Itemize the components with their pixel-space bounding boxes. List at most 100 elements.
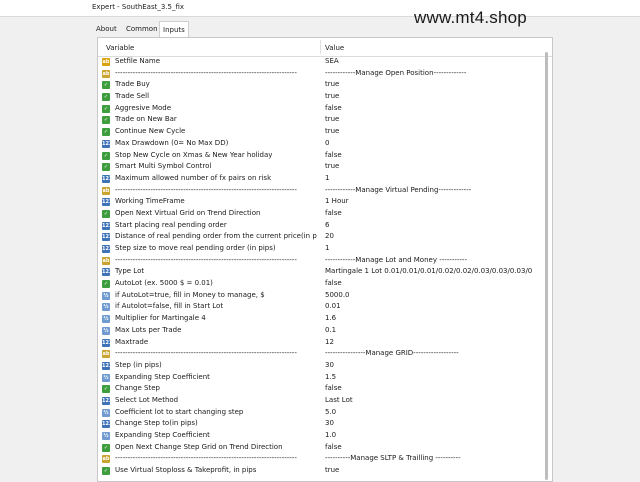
dbl-type-icon: ½ xyxy=(102,373,110,382)
parameter-row[interactable]: 123 Maxtrade 12 xyxy=(98,337,542,349)
parameter-row[interactable]: ✓ Trade Buy true xyxy=(98,79,542,91)
str-type-icon: ab xyxy=(102,455,110,464)
parameter-row[interactable]: ✓ Use Virtual Stoploss & Takeprofit, in p… xyxy=(98,465,542,477)
parameter-value[interactable]: 30 xyxy=(325,360,542,372)
parameter-row[interactable]: ✓ Stop New Cycle on Xmas & New Year holid… xyxy=(98,150,542,162)
parameter-row[interactable]: 123 Working TimeFrame 1 Hour xyxy=(98,196,542,208)
parameter-value[interactable]: false xyxy=(325,278,542,290)
parameter-value[interactable]: 20 xyxy=(325,231,542,243)
parameter-row[interactable]: ✓ Open Next Change Step Grid on Trend Dir… xyxy=(98,442,542,454)
parameter-value[interactable]: 0.01 xyxy=(325,301,542,313)
parameter-value[interactable]: 1.6 xyxy=(325,313,542,325)
dbl-type-icon: ½ xyxy=(102,315,110,324)
parameter-row[interactable]: ½ Coefficient lot to start changing step 5… xyxy=(98,407,542,419)
parameter-value[interactable]: 1.5 xyxy=(325,372,542,384)
parameter-row[interactable]: 123 Max Drawdown (0= No Max DD) 0 xyxy=(98,138,542,150)
parameter-name: AutoLot (ex. 5000 $ = 0.01) xyxy=(115,279,213,288)
parameter-value[interactable]: 30 xyxy=(325,418,542,430)
parameter-row[interactable]: ✓ Open Next Virtual Grid on Trend Directi… xyxy=(98,208,542,220)
parameter-value[interactable]: false xyxy=(325,383,542,395)
parameter-name: Max Drawdown (0= No Max DD) xyxy=(115,138,229,147)
parameter-row[interactable]: 123 Step size to move real pending order … xyxy=(98,243,542,255)
parameter-value[interactable]: 0 xyxy=(325,138,542,150)
parameter-value[interactable]: true xyxy=(325,91,542,103)
parameter-value[interactable]: ------------Manage Open Position--------… xyxy=(325,68,542,80)
parameter-row[interactable]: ½ Expanding Step Coefficient 1.0 xyxy=(98,430,542,442)
parameter-row[interactable]: 123 Maximum allowed number of fx pairs on… xyxy=(98,173,542,185)
parameter-value[interactable]: SEA xyxy=(325,56,542,68)
tab-inputs[interactable]: Inputs xyxy=(159,21,189,38)
parameter-value[interactable]: 1 xyxy=(325,173,542,185)
parameter-value[interactable]: 1 Hour xyxy=(325,196,542,208)
parameter-value[interactable]: ----------Manage SLTP & Trailling ------… xyxy=(325,453,542,465)
parameter-value[interactable]: false xyxy=(325,208,542,220)
parameter-value[interactable]: 1.0 xyxy=(325,430,542,442)
parameter-value[interactable]: false xyxy=(325,150,542,162)
parameter-row[interactable]: 123 Select Lot Method Last Lot xyxy=(98,395,542,407)
vertical-scrollbar[interactable] xyxy=(544,52,550,480)
bool-type-icon: ✓ xyxy=(102,128,110,137)
parameter-row[interactable]: ab --------------------------------------… xyxy=(98,185,542,197)
scrollbar-thumb[interactable] xyxy=(545,52,548,480)
parameter-row[interactable]: 123 Distance of real pending order from t… xyxy=(98,231,542,243)
parameter-row[interactable]: 123 Start placing real pending order 6 xyxy=(98,220,542,232)
dbl-type-icon: ½ xyxy=(102,303,110,312)
tab-common[interactable]: Common xyxy=(123,22,161,36)
bool-type-icon: ✓ xyxy=(102,81,110,90)
parameter-row[interactable]: ✓ Trade Sell true xyxy=(98,91,542,103)
int-type-icon: 123 xyxy=(102,221,113,230)
set-type-icon: ab xyxy=(102,58,110,66)
parameter-row[interactable]: ab --------------------------------------… xyxy=(98,348,542,360)
parameter-value[interactable]: Last Lot xyxy=(325,395,542,407)
tab-about[interactable]: About xyxy=(93,22,120,36)
parameter-value[interactable]: Martingale 1 Lot 0.01/0.01/0.01/0.02/0.0… xyxy=(325,266,542,278)
parameter-value[interactable]: true xyxy=(325,465,542,477)
parameter-row[interactable]: ✓ Continue New Cycle true xyxy=(98,126,542,138)
parameter-value[interactable]: true xyxy=(325,161,542,173)
parameter-row[interactable]: ½ Multiplier for Martingale 4 1.6 xyxy=(98,313,542,325)
column-header-variable[interactable]: Variable xyxy=(106,44,134,52)
parameter-value[interactable]: 6 xyxy=(325,220,542,232)
parameter-row[interactable]: ab --------------------------------------… xyxy=(98,453,542,465)
parameter-row[interactable]: 123 Change Step to(in pips) 30 xyxy=(98,418,542,430)
parameter-value[interactable]: true xyxy=(325,114,542,126)
parameter-value[interactable]: false xyxy=(325,442,542,454)
parameter-row[interactable]: ab Setfile Name SEA xyxy=(98,56,542,68)
column-header-value[interactable]: Value xyxy=(325,44,344,52)
parameter-row[interactable]: ✓ Smart Multi Symbol Control true xyxy=(98,161,542,173)
parameter-value[interactable]: 0.1 xyxy=(325,325,542,337)
parameter-value[interactable]: 12 xyxy=(325,337,542,349)
parameter-value[interactable]: false xyxy=(325,103,542,115)
parameter-value[interactable]: true xyxy=(325,79,542,91)
parameter-row[interactable]: ab --------------------------------------… xyxy=(98,68,542,80)
parameter-value[interactable]: true xyxy=(325,126,542,138)
parameter-value[interactable]: ------------Manage Virtual Pending------… xyxy=(325,185,542,197)
parameter-row[interactable]: ✓ Change Step false xyxy=(98,383,542,395)
int-type-icon: 123 xyxy=(102,268,113,277)
parameter-row[interactable]: ½ if Autolot=false, fill in Start Lot 0.01 xyxy=(98,301,542,313)
parameter-name: Trade on New Bar xyxy=(115,115,177,124)
parameter-value[interactable]: ------------Manage Lot and Money -------… xyxy=(325,255,542,267)
parameter-value[interactable]: ----------------Manage GRID-------------… xyxy=(325,348,542,360)
parameter-row[interactable]: 123 Step (in pips) 30 xyxy=(98,360,542,372)
bool-type-icon: ✓ xyxy=(102,280,110,289)
parameter-name: Multiplier for Martingale 4 xyxy=(115,314,206,323)
parameter-row[interactable]: 123 Type Lot Martingale 1 Lot 0.01/0.01/0.… xyxy=(98,266,542,278)
int-type-icon: 123 xyxy=(102,420,113,429)
column-divider[interactable] xyxy=(320,40,321,54)
parameter-row[interactable]: ✓ Trade on New Bar true xyxy=(98,114,542,126)
parameter-value[interactable]: 1 xyxy=(325,243,542,255)
parameter-value[interactable]: 5.0 xyxy=(325,407,542,419)
parameter-row[interactable]: ½ Expanding Step Coefficient 1.5 xyxy=(98,372,542,384)
parameter-row[interactable]: ab --------------------------------------… xyxy=(98,255,542,267)
str-type-icon: ab xyxy=(102,69,110,78)
parameter-value[interactable]: 5000.0 xyxy=(325,290,542,302)
bool-type-icon: ✓ xyxy=(102,163,110,172)
parameter-name: Working TimeFrame xyxy=(115,197,185,206)
parameter-row[interactable]: ½ if AutoLot=true, fill in Money to manag… xyxy=(98,290,542,302)
parameter-row[interactable]: ✓ Aggresive Mode false xyxy=(98,103,542,115)
parameter-row[interactable]: ½ Max Lots per Trade 0.1 xyxy=(98,325,542,337)
parameter-name: Trade Buy xyxy=(115,80,150,89)
bool-type-icon: ✓ xyxy=(102,467,110,476)
parameter-row[interactable]: ✓ AutoLot (ex. 5000 $ = 0.01) false xyxy=(98,278,542,290)
